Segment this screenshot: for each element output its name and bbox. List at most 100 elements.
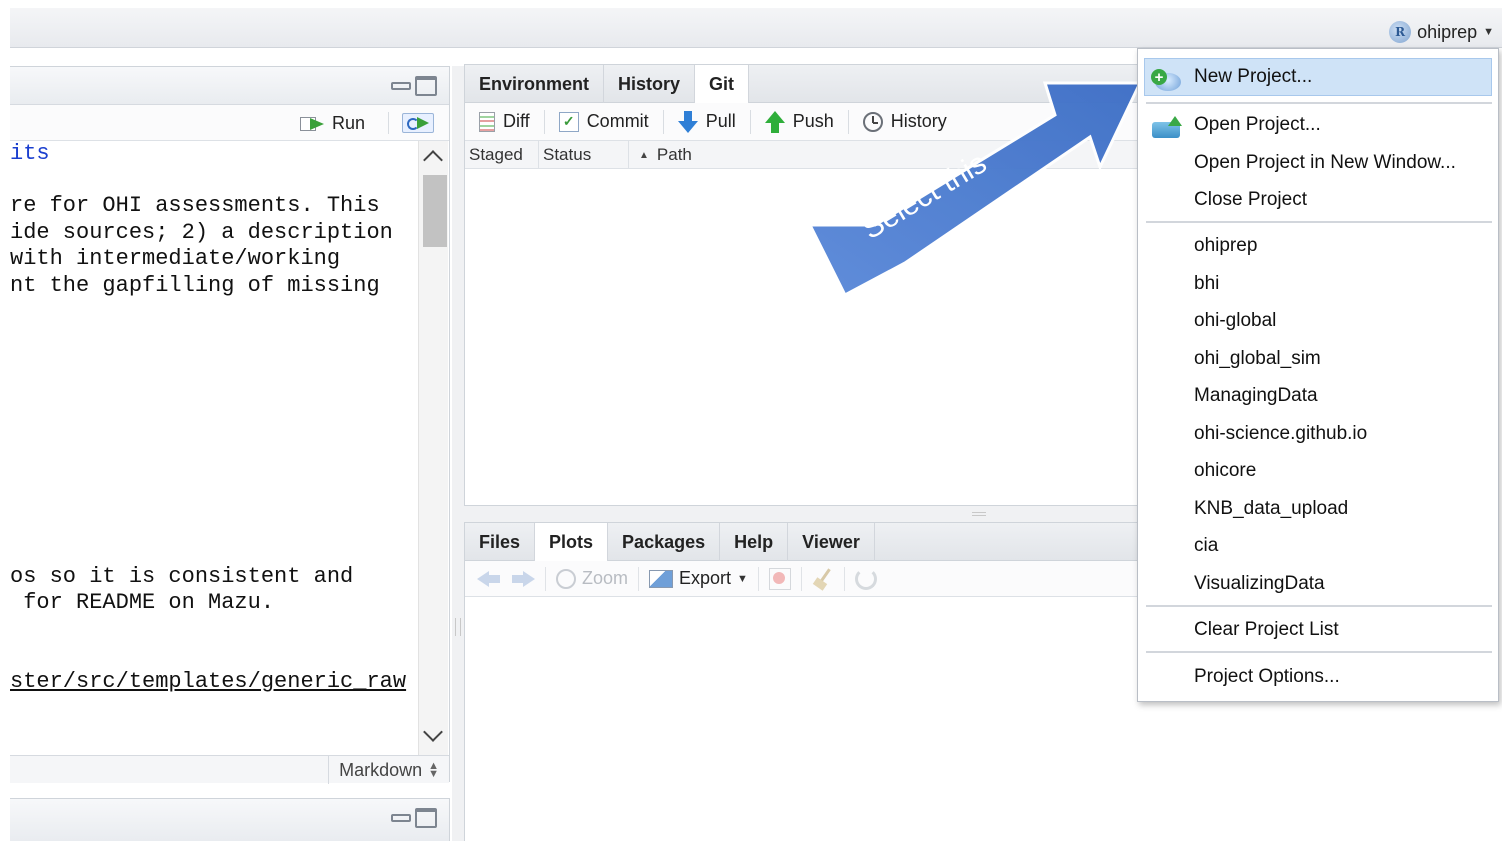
chevron-down-icon: ▼ — [737, 572, 748, 585]
menu-item-label: ohi_global_sim — [1194, 348, 1321, 369]
tab-history[interactable]: History — [604, 65, 696, 103]
maximize-icon[interactable] — [415, 808, 437, 828]
tab-files[interactable]: Files — [465, 523, 536, 561]
push-label: Push — [792, 111, 834, 131]
tab-git[interactable]: Git — [695, 65, 750, 104]
menu-item-new-project[interactable]: + New Project... — [1144, 58, 1492, 96]
vertical-scrollbar[interactable] — [418, 141, 448, 755]
rerun-icon — [402, 113, 434, 133]
minimize-icon[interactable] — [391, 814, 411, 822]
menu-item-label: KNB_data_upload — [1194, 498, 1349, 519]
zoom-button[interactable]: Zoom — [556, 566, 640, 591]
menu-item-recent-project[interactable]: bhi — [1138, 266, 1498, 302]
back-button[interactable] — [477, 567, 503, 591]
menu-item-recent-project[interactable]: ohi_global_sim — [1138, 341, 1498, 377]
menu-item-recent-project[interactable]: KNB_data_upload — [1138, 491, 1498, 527]
scroll-down-icon[interactable] — [423, 722, 443, 742]
code-line: os so it is consistent and — [10, 564, 354, 589]
menu-item-open-new-window[interactable]: Open Project in New Window... — [1138, 145, 1498, 181]
r-project-icon: R — [1389, 21, 1412, 43]
environment-pane: Environment History Git Diff ✓ Commit Pu… — [464, 64, 1164, 506]
scroll-up-icon[interactable] — [423, 150, 443, 170]
pull-label: Pull — [705, 111, 736, 131]
run-label: Run — [332, 113, 366, 133]
menu-item-label: cia — [1194, 535, 1219, 556]
env-tabstrip: Environment History Git — [465, 65, 1164, 104]
top-toolbar: R ohiprep ▼ — [10, 8, 1502, 48]
code-line: for README on Mazu. — [10, 590, 275, 615]
checkmark-icon: ✓ — [558, 111, 579, 132]
menu-item-recent-project[interactable]: ManagingData — [1138, 378, 1498, 414]
export-button[interactable]: Export ▼ — [649, 566, 759, 591]
column-header-staged[interactable]: Staged — [465, 141, 539, 169]
toolbar-divider — [388, 112, 389, 134]
menu-item-project-options[interactable]: Project Options... — [1138, 659, 1498, 695]
maximize-icon[interactable] — [415, 76, 437, 96]
source-pane-header — [10, 67, 449, 105]
push-button[interactable]: Push — [764, 109, 849, 134]
run-button[interactable]: Run — [300, 113, 365, 134]
vertical-splitter[interactable] — [452, 66, 464, 841]
chevron-down-icon: ▼ — [1483, 26, 1494, 38]
menu-item-open-project[interactable]: Open Project... — [1138, 107, 1498, 143]
diff-icon — [479, 111, 495, 132]
code-line: re for OHI assessments. This — [10, 193, 380, 218]
column-header-status[interactable]: Status — [539, 141, 629, 169]
menu-item-recent-project[interactable]: ohiprep — [1138, 228, 1498, 264]
menu-item-recent-project[interactable]: VisualizingData — [1138, 566, 1498, 602]
menu-item-recent-project[interactable]: ohicore — [1138, 453, 1498, 489]
column-header-path[interactable]: ▲ Path — [629, 141, 692, 169]
sort-ascending-icon: ▲ — [639, 149, 649, 161]
menu-divider — [1146, 605, 1492, 607]
menu-item-clear-project-list[interactable]: Clear Project List — [1138, 612, 1498, 648]
menu-item-label: ohicore — [1194, 460, 1257, 481]
language-mode-select[interactable]: Markdown ▲ ▼ — [328, 756, 449, 784]
horizontal-splitter[interactable] — [464, 506, 1164, 522]
menu-item-recent-project[interactable]: ohi-global — [1138, 303, 1498, 339]
tab-plots[interactable]: Plots — [535, 523, 609, 562]
rerun-button[interactable] — [402, 113, 434, 133]
menu-divider — [1146, 651, 1492, 653]
remove-plot-button[interactable] — [768, 566, 802, 591]
menu-item-recent-project[interactable]: cia — [1138, 528, 1498, 564]
minimize-icon[interactable] — [391, 82, 411, 90]
run-icon — [300, 115, 328, 133]
code-line-link[interactable]: ster/src/templates/generic_raw — [10, 669, 406, 696]
clock-icon — [862, 111, 883, 132]
pull-button[interactable]: Pull — [677, 109, 751, 134]
tab-viewer[interactable]: Viewer — [788, 523, 875, 561]
clear-plots-button[interactable] — [812, 566, 845, 591]
code-line: with intermediate/working — [10, 246, 341, 271]
menu-item-label: Open Project in New Window... — [1194, 152, 1456, 173]
menu-item-label: Close Project — [1194, 189, 1307, 210]
menu-item-close-project[interactable]: Close Project — [1138, 182, 1498, 218]
forward-button[interactable] — [509, 566, 546, 591]
menu-item-label: ohiprep — [1194, 235, 1258, 256]
pane-window-controls — [391, 76, 437, 96]
source-pane: Run its re for OHI assessments. This ide… — [10, 66, 450, 784]
menu-item-label: New Project... — [1194, 66, 1313, 87]
pane-window-controls — [391, 808, 437, 828]
menu-item-recent-project[interactable]: ohi-science.github.io — [1138, 416, 1498, 452]
broom-icon — [812, 568, 834, 590]
menu-item-label: Open Project... — [1194, 114, 1321, 135]
code-line: ide sources; 2) a description — [10, 220, 393, 245]
diff-button[interactable]: Diff — [479, 109, 545, 134]
magnifier-icon — [556, 568, 576, 589]
git-history-button[interactable]: History — [862, 110, 961, 134]
commit-button[interactable]: ✓ Commit — [558, 109, 664, 134]
tab-packages[interactable]: Packages — [608, 523, 721, 561]
diff-label: Diff — [503, 111, 530, 131]
tab-environment[interactable]: Environment — [465, 65, 605, 103]
language-mode-label: Markdown — [339, 759, 423, 780]
code-editor[interactable]: its re for OHI assessments. This ide sou… — [10, 141, 418, 755]
history-label: History — [890, 111, 947, 131]
arrow-down-icon — [677, 110, 698, 133]
tab-help[interactable]: Help — [720, 523, 789, 561]
scrollbar-thumb[interactable] — [423, 175, 447, 247]
refresh-button[interactable] — [854, 567, 887, 591]
code-line: its — [10, 141, 50, 166]
project-menu-button[interactable]: R ohiprep ▼ — [1389, 18, 1494, 46]
menu-item-label: VisualizingData — [1194, 573, 1325, 594]
menu-divider — [1146, 102, 1492, 104]
